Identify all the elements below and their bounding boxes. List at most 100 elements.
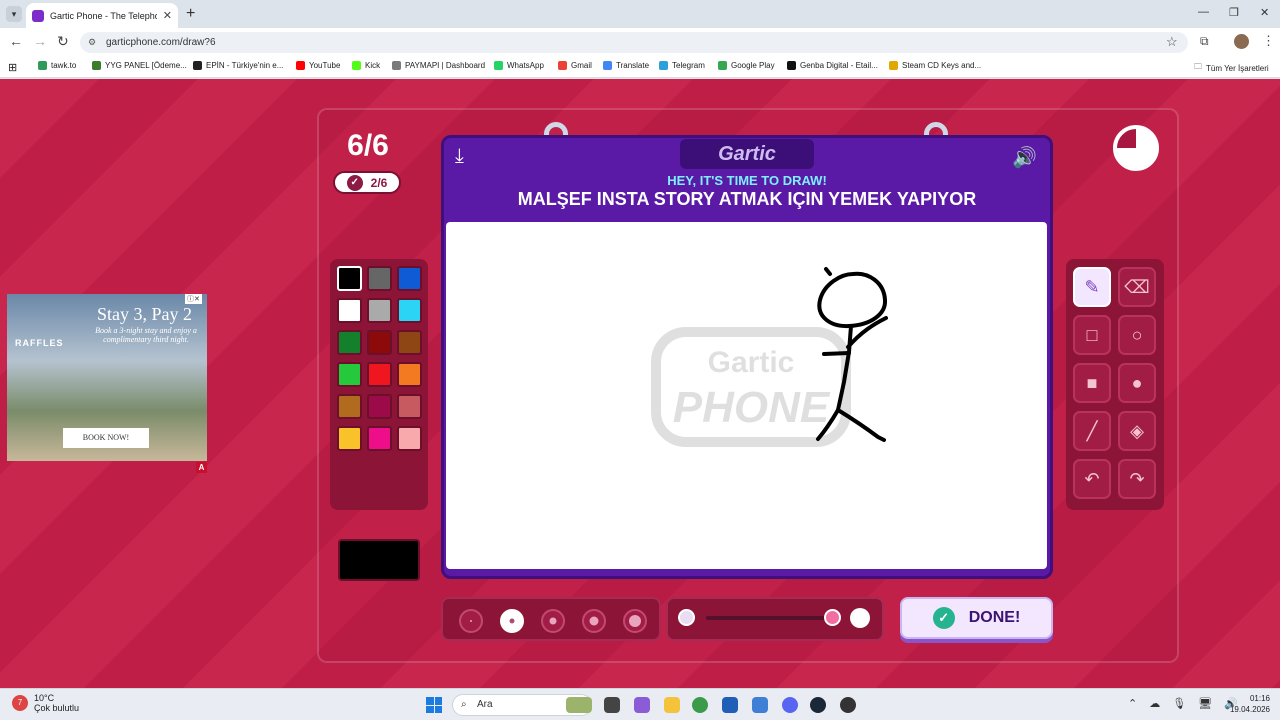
color-swatch[interactable] — [337, 426, 362, 451]
network-icon[interactable]: 🖥 — [1198, 697, 1212, 710]
clock[interactable]: 01:16 19.04.2026 — [1222, 693, 1270, 715]
ad-brand: RAFFLES — [15, 338, 64, 348]
bookmark-item[interactable]: Genba Digital - Etail... — [787, 61, 878, 70]
color-swatch[interactable] — [397, 394, 422, 419]
opacity-slider[interactable] — [706, 616, 832, 620]
bookmark-star-icon[interactable]: ☆ — [1166, 34, 1178, 50]
color-swatch[interactable] — [367, 394, 392, 419]
chrome-icon[interactable] — [692, 697, 708, 713]
ad-headline: Stay 3, Pay 2 — [97, 304, 193, 324]
new-tab-icon[interactable]: + — [186, 5, 195, 23]
bookmark-item[interactable]: EPİN - Türkiye'nin e... — [193, 61, 283, 70]
site-info-icon[interactable]: ⚙ — [88, 32, 96, 53]
store-icon[interactable] — [722, 697, 738, 713]
forward-icon[interactable]: → — [33, 33, 47, 49]
all-bookmarks-folder[interactable]: 🗀 Tüm Yer İşaretleri — [1194, 61, 1269, 75]
bookmark-item[interactable]: Translate — [603, 61, 649, 70]
color-swatch[interactable] — [397, 330, 422, 355]
tab-search-icon[interactable]: ▾ — [6, 6, 22, 22]
discord-icon[interactable] — [782, 697, 798, 713]
weather-widget[interactable]: 7 10°C Çok bulutlu — [12, 693, 79, 713]
color-swatch[interactable] — [367, 330, 392, 355]
restore-icon[interactable]: ❐ — [1229, 6, 1239, 19]
download-icon[interactable]: ⤓ — [455, 145, 464, 168]
color-swatch[interactable] — [367, 266, 392, 291]
color-swatch[interactable] — [367, 362, 392, 387]
tray-overflow-icon[interactable]: ⌃ — [1128, 697, 1137, 710]
bookmark-item[interactable]: WhatsApp — [494, 61, 544, 70]
bookmark-label: YYG PANEL [Ödeme... — [105, 61, 187, 70]
pen-tool-button[interactable]: ✎ — [1073, 267, 1111, 307]
file-explorer-icon[interactable] — [664, 697, 680, 713]
brush-size-option[interactable] — [582, 609, 606, 633]
color-swatch[interactable] — [397, 298, 422, 323]
filled-rectangle-tool-button[interactable]: ■ — [1073, 363, 1111, 403]
done-button[interactable]: ✓ DONE! — [900, 597, 1053, 639]
redo-tool-button[interactable]: ↷ — [1118, 459, 1156, 499]
color-swatch[interactable] — [367, 426, 392, 451]
ad-choices-icon[interactable]: ⓘ✕ — [185, 294, 202, 304]
eraser-tool-button[interactable]: ⌫ — [1118, 267, 1156, 307]
bookmark-item[interactable]: tawk.to — [38, 61, 76, 70]
ad-badge: A — [196, 462, 207, 473]
browser-tab[interactable]: Gartic Phone - The Telephone G ✕ — [26, 3, 178, 28]
close-tab-icon[interactable]: ✕ — [163, 9, 172, 22]
widgets-icon[interactable] — [634, 697, 650, 713]
clock-date: 19.04.2026 — [1229, 705, 1270, 714]
close-window-icon[interactable]: ✕ — [1260, 6, 1269, 19]
bookmark-item[interactable]: YYG PANEL [Ödeme... — [92, 61, 187, 70]
minimize-icon[interactable]: — — [1198, 6, 1209, 18]
bookmark-item[interactable]: Kick — [352, 61, 380, 70]
brush-size-option[interactable] — [500, 609, 524, 633]
ellipse-icon: ○ — [1131, 324, 1143, 345]
bookmark-item[interactable]: YouTube — [296, 61, 340, 70]
ellipse-tool-button[interactable]: ○ — [1118, 315, 1156, 355]
advertisement[interactable]: ⓘ✕ RAFFLES Stay 3, Pay 2 Book a 3-night … — [7, 294, 207, 461]
brush-size-option[interactable] — [623, 609, 647, 633]
color-swatch[interactable] — [337, 298, 362, 323]
filled-ellipse-tool-button[interactable]: ● — [1118, 363, 1156, 403]
apps-grid-icon[interactable]: ⊞ — [8, 61, 17, 74]
address-toolbar: ← → ↻ ⚙ garticphone.com/draw?6 ☆ ⧉ ⋮ — [0, 28, 1280, 56]
tray-app-icon[interactable]: ☁ — [1149, 697, 1160, 710]
bookmark-item[interactable]: Telegram — [659, 61, 705, 70]
task-view-icon[interactable] — [604, 697, 620, 713]
menu-kebab-icon[interactable]: ⋮ — [1262, 33, 1275, 49]
app-icon[interactable] — [840, 697, 856, 713]
profile-avatar[interactable] — [1234, 34, 1249, 49]
color-swatch[interactable] — [337, 394, 362, 419]
url-bar[interactable]: ⚙ garticphone.com/draw?6 — [80, 32, 1188, 53]
color-swatch[interactable] — [397, 362, 422, 387]
line-tool-button[interactable]: ╱ — [1073, 411, 1111, 451]
volume-icon[interactable]: 🔊 — [1012, 145, 1037, 170]
microphone-icon[interactable]: 🎙 — [1172, 697, 1186, 710]
bookmark-item[interactable]: Google Play — [718, 61, 775, 70]
color-swatch[interactable] — [397, 266, 422, 291]
bookmark-item[interactable]: Steam CD Keys and... — [889, 61, 981, 70]
back-icon[interactable]: ← — [9, 33, 23, 49]
outlook-icon[interactable] — [752, 697, 768, 713]
color-swatch[interactable] — [397, 426, 422, 451]
bookmark-favicon-icon — [718, 61, 727, 70]
watermark-text-1: Gartic — [708, 346, 795, 379]
undo-tool-button[interactable]: ↶ — [1073, 459, 1111, 499]
bookmark-item[interactable]: PAYMAPI | Dashboard — [392, 61, 485, 70]
bookmark-favicon-icon — [352, 61, 361, 70]
ad-book-now-button[interactable]: BOOK NOW! — [63, 428, 149, 448]
color-swatch[interactable] — [337, 330, 362, 355]
windows-start-icon[interactable] — [426, 697, 442, 713]
color-swatch[interactable] — [367, 298, 392, 323]
color-swatch[interactable] — [337, 266, 362, 291]
brush-size-option[interactable] — [541, 609, 565, 633]
color-swatch[interactable] — [337, 362, 362, 387]
steam-icon[interactable] — [810, 697, 826, 713]
extensions-icon[interactable]: ⧉ — [1200, 34, 1209, 49]
fill-bucket-tool-button[interactable]: ◈ — [1118, 411, 1156, 451]
rectangle-tool-button[interactable]: □ — [1073, 315, 1111, 355]
bookmark-label: Google Play — [731, 61, 775, 70]
opacity-slider-handle[interactable] — [824, 609, 841, 626]
brush-size-option[interactable] — [459, 609, 483, 633]
drawing-canvas[interactable]: Gartic PHONE — [446, 222, 1047, 569]
bookmark-item[interactable]: Gmail — [558, 61, 592, 70]
reload-icon[interactable]: ↻ — [57, 33, 69, 50]
